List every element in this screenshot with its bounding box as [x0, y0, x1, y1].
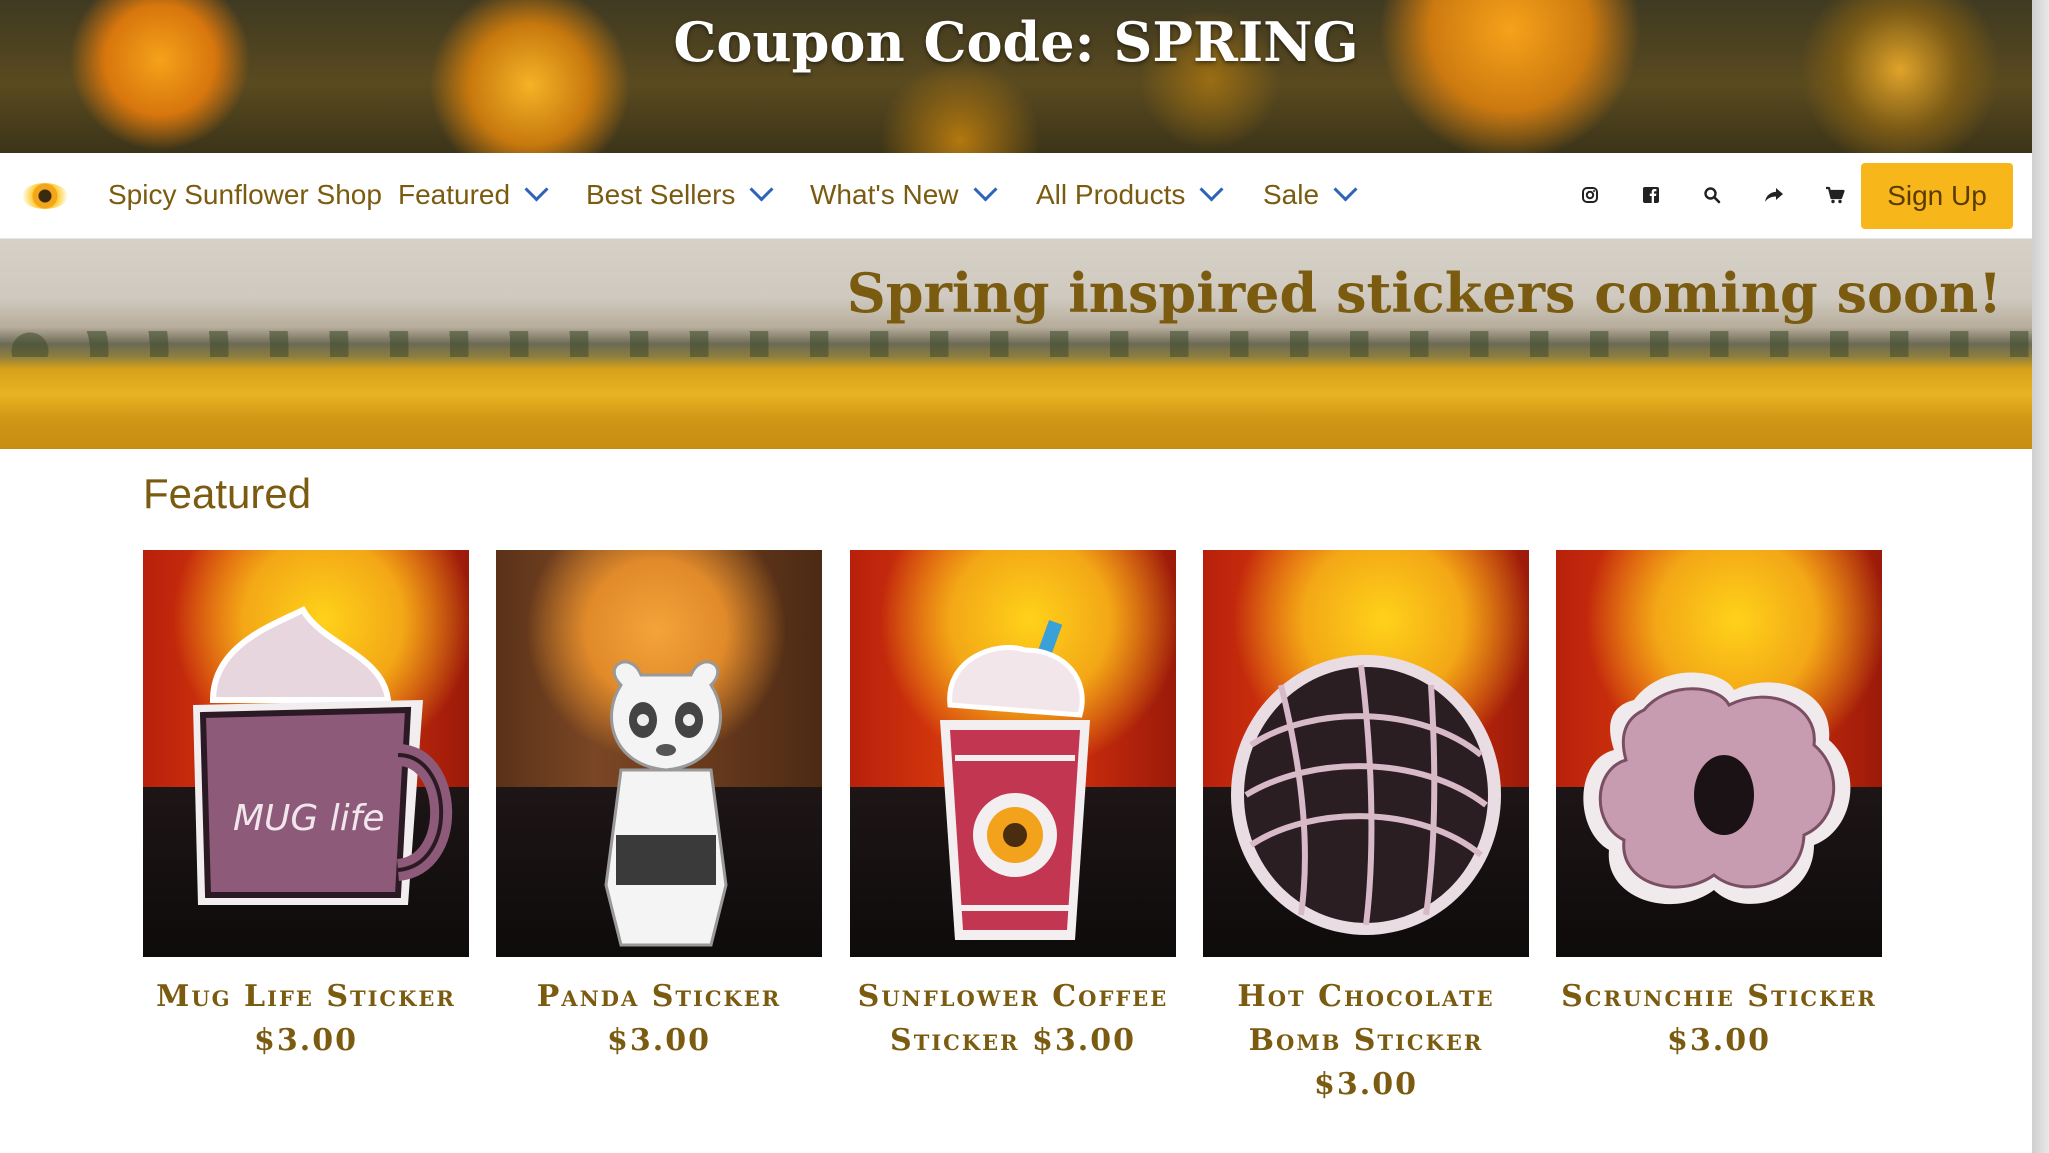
- scrollbar-gutter[interactable]: [2032, 0, 2049, 1153]
- nav-best-sellers-label: Best Sellers: [586, 179, 736, 210]
- sunflower-logo-icon[interactable]: [22, 183, 68, 209]
- hot-chocolate-bomb-sticker-illustration: [1231, 655, 1501, 935]
- share-icon[interactable]: [1762, 183, 1786, 207]
- sign-up-button[interactable]: Sign Up: [1861, 163, 2013, 229]
- product-title-hot-chocolate-bomb[interactable]: Hot Chocolate Bomb Sticker $3.00: [1203, 975, 1529, 1107]
- panda-sticker-illustration: [604, 660, 728, 947]
- product-title-scrunchie[interactable]: Scrunchie Sticker $3.00: [1556, 975, 1882, 1063]
- nav-sale[interactable]: Sale: [1263, 177, 1358, 211]
- brand-link[interactable]: Spicy Sunflower Shop: [108, 179, 382, 211]
- featured-title: Featured: [143, 470, 312, 517]
- instagram-icon[interactable]: [1578, 183, 1602, 207]
- product-card-sunflower-coffee[interactable]: Sunflower Coffee Sticker $3.00: [850, 550, 1176, 1063]
- nav-best-sellers[interactable]: Best Sellers: [586, 177, 774, 211]
- nav-featured-label: Featured: [398, 179, 511, 210]
- product-card-hot-chocolate-bomb[interactable]: Hot Chocolate Bomb Sticker $3.00: [1203, 550, 1529, 1107]
- hero-banner: Spring inspired stickers coming soon!: [0, 239, 2032, 449]
- chevron-down-icon: [524, 177, 549, 202]
- search-icon[interactable]: [1700, 183, 1724, 207]
- nav-all-products-label: All Products: [1036, 179, 1186, 210]
- product-title-sunflower-coffee[interactable]: Sunflower Coffee Sticker $3.00: [850, 975, 1176, 1063]
- nav-all-products[interactable]: All Products: [1036, 177, 1224, 211]
- chevron-down-icon: [749, 177, 774, 202]
- hero-text: Spring inspired stickers coming soon!: [846, 261, 2002, 325]
- product-image-scrunchie[interactable]: [1556, 550, 1882, 957]
- product-card-scrunchie[interactable]: Scrunchie Sticker $3.00: [1556, 550, 1882, 1063]
- facebook-icon[interactable]: [1639, 183, 1663, 207]
- product-image-panda[interactable]: [496, 550, 822, 957]
- product-card-mug-life[interactable]: MUG life Mug Life Sticker $3.00: [143, 550, 469, 1063]
- product-title-mug-life[interactable]: Mug Life Sticker $3.00: [143, 975, 469, 1063]
- product-image-mug-life[interactable]: MUG life: [143, 550, 469, 957]
- mug-sticker-text: MUG life: [233, 798, 385, 839]
- chevron-down-icon: [1199, 177, 1224, 202]
- chevron-down-icon: [1333, 177, 1358, 202]
- chevron-down-icon: [972, 177, 998, 202]
- coffee-cup-sticker-illustration: [940, 620, 1090, 940]
- nav-whats-new-label: What's New: [810, 179, 959, 210]
- coupon-text: Coupon Code: SPRING: [673, 10, 1359, 74]
- product-title-panda[interactable]: Panda Sticker $3.00: [496, 975, 822, 1063]
- product-image-sunflower-coffee[interactable]: [850, 550, 1176, 957]
- nav-whats-new[interactable]: What's New: [810, 177, 998, 211]
- page: Coupon Code: SPRING Spicy Sunflower Shop…: [0, 0, 2032, 1153]
- coupon-banner: Coupon Code: SPRING: [0, 0, 2032, 153]
- nav-sale-label: Sale: [1263, 179, 1320, 210]
- cart-icon[interactable]: [1823, 183, 1847, 207]
- nav-featured[interactable]: Featured: [398, 177, 549, 211]
- scrunchie-sticker-illustration: [1583, 672, 1851, 905]
- mug-sticker-illustration: MUG life: [193, 606, 453, 905]
- navbar: Spicy Sunflower Shop Featured Best Selle…: [0, 153, 2032, 239]
- product-card-panda[interactable]: Panda Sticker $3.00: [496, 550, 822, 1063]
- product-image-hot-chocolate-bomb[interactable]: [1203, 550, 1529, 957]
